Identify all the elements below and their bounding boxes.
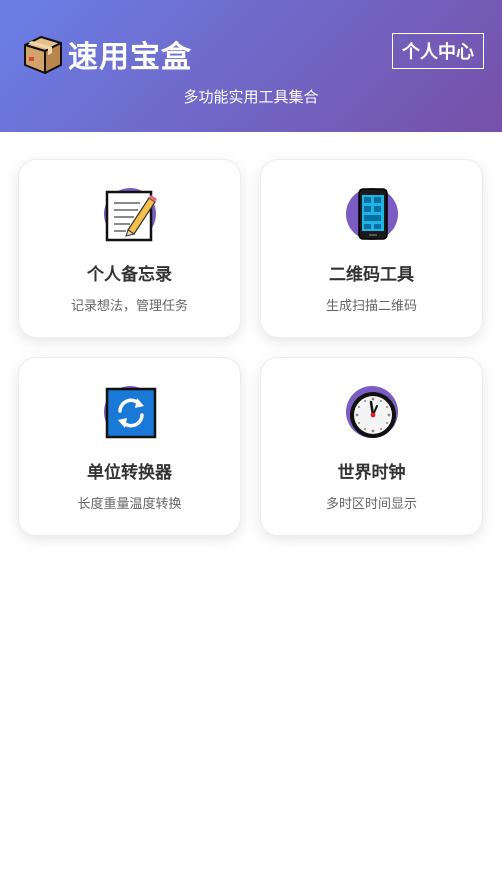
app-header: 速用宝盒 个人中心 多功能实用工具集合 (0, 0, 502, 132)
tool-description: 长度重量温度转换 (77, 497, 182, 512)
tool-card-qrcode[interactable]: 二维码工具 生成扫描二维码 (260, 159, 483, 338)
tool-card-memo[interactable]: 个人备忘录 记录想法，管理任务 (18, 159, 241, 338)
tool-card-world-clock[interactable]: 世界时钟 多时区时间显示 (260, 357, 483, 536)
tool-card-unit-converter[interactable]: 单位转换器 长度重量温度转换 (18, 357, 241, 536)
tool-description: 记录想法，管理任务 (70, 299, 188, 314)
tool-title: 个人备忘录 (87, 265, 172, 285)
mobile-phone-icon (346, 186, 400, 240)
app-subtitle: 多功能实用工具集合 (183, 88, 319, 106)
brand: 速用宝盒 (22, 32, 192, 76)
memo-icon (104, 186, 158, 242)
refresh-arrows-icon (104, 384, 158, 439)
profile-center-button[interactable]: 个人中心 (392, 33, 484, 69)
tool-description: 生成扫描二维码 (325, 299, 417, 314)
tool-title: 世界时钟 (337, 463, 406, 483)
package-box-icon (24, 36, 62, 74)
tool-description: 多时区时间显示 (325, 497, 417, 512)
clock-icon (346, 384, 400, 438)
tool-title: 二维码工具 (329, 265, 414, 285)
app-title: 速用宝盒 (68, 40, 192, 75)
tool-title: 单位转换器 (87, 463, 172, 483)
